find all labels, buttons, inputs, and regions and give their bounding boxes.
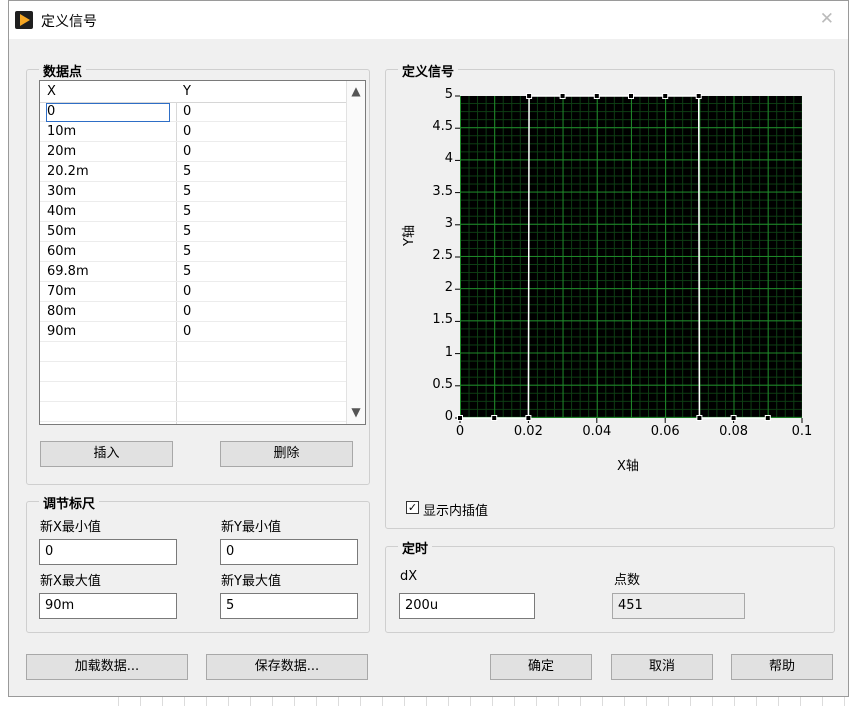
data-point-marker[interactable] xyxy=(559,93,566,99)
x-tick-label: 0.04 xyxy=(582,424,612,439)
data-point-marker[interactable] xyxy=(764,415,771,421)
data-point-marker[interactable] xyxy=(593,93,600,99)
y-tick-label: 2 xyxy=(444,280,453,296)
y-tick-label: 0 xyxy=(444,409,453,424)
data-point-marker[interactable] xyxy=(457,415,463,421)
x-tick-label: 0.06 xyxy=(650,424,680,439)
y-tick-label: 5 xyxy=(444,87,453,102)
y-tick-label: 3 xyxy=(444,215,453,231)
y-tick-label: 2.5 xyxy=(432,248,453,263)
x-tick-label: 0.1 xyxy=(791,424,813,439)
y-tick-label: 0.5 xyxy=(432,376,453,392)
signal-series-line xyxy=(460,95,768,419)
x-tick-label: 0.02 xyxy=(513,424,543,439)
x-axis-label: X轴 xyxy=(617,459,639,474)
y-tick-label: 3.5 xyxy=(432,183,453,199)
data-point-marker[interactable] xyxy=(696,415,703,421)
y-tick-label: 1 xyxy=(444,344,453,360)
x-tick-label: 0.08 xyxy=(719,424,749,439)
y-tick-label: 4.5 xyxy=(432,119,453,135)
data-point-marker[interactable] xyxy=(662,93,669,99)
data-point-marker[interactable] xyxy=(628,93,634,99)
y-tick-label: 1.5 xyxy=(432,312,453,328)
data-point-marker[interactable] xyxy=(525,415,532,421)
data-point-marker[interactable] xyxy=(526,93,533,99)
y-tick-label: 4 xyxy=(444,151,453,167)
data-point-marker[interactable] xyxy=(695,93,702,99)
data-point-marker[interactable] xyxy=(730,415,737,421)
x-tick-label: 0 xyxy=(455,424,465,439)
data-point-marker[interactable] xyxy=(491,415,498,421)
